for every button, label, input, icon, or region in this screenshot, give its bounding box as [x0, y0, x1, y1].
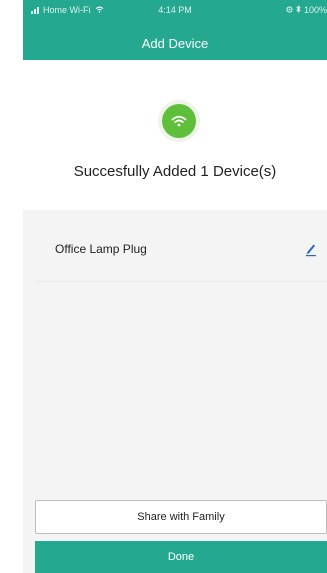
device-name: Office Lamp Plug	[55, 242, 147, 256]
status-right: 100%	[286, 5, 327, 15]
location-icon	[286, 5, 293, 15]
status-time: 4:14 PM	[158, 5, 192, 15]
device-list: Office Lamp Plug	[23, 210, 327, 490]
add-device-screen: Home Wi-Fi 4:14 PM 100% Add Device Succe…	[23, 0, 327, 573]
app-header: Home Wi-Fi 4:14 PM 100% Add Device	[23, 0, 327, 60]
share-with-family-button[interactable]: Share with Family	[35, 500, 327, 534]
status-bar: Home Wi-Fi 4:14 PM 100%	[23, 0, 327, 22]
page-title: Add Device	[141, 36, 209, 51]
edit-pencil-icon[interactable]	[303, 241, 319, 257]
done-button[interactable]: Done	[35, 541, 327, 573]
battery-label: 100%	[303, 5, 327, 15]
bluetooth-icon	[296, 5, 301, 15]
success-message: Succesfully Added 1 Device(s)	[73, 163, 277, 180]
device-row[interactable]: Office Lamp Plug	[35, 221, 327, 282]
success-wifi-icon	[162, 104, 196, 138]
